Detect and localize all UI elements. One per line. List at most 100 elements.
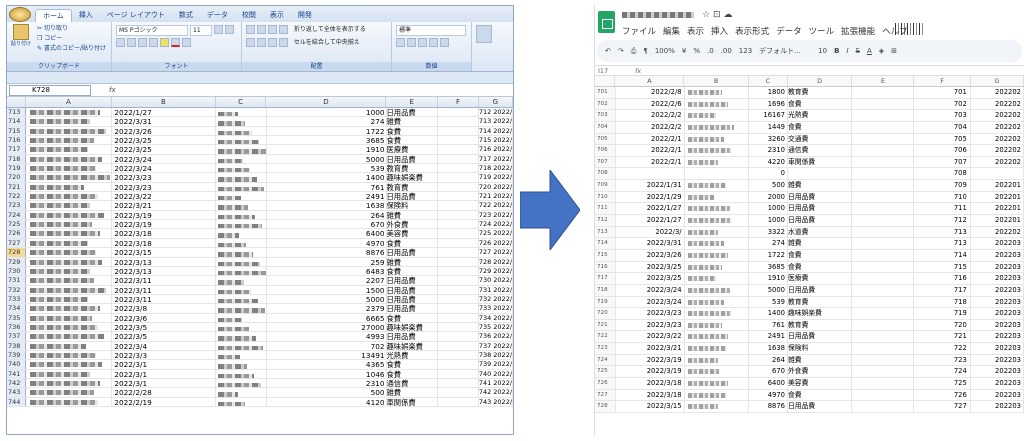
cell-a[interactable] <box>26 201 113 210</box>
cell-e[interactable] <box>852 226 915 238</box>
cell-g[interactable]: 743 2022/ <box>479 397 513 406</box>
tab-page-layout[interactable]: ページ レイアウト <box>100 9 172 22</box>
cell-e[interactable] <box>852 156 915 168</box>
cell-a[interactable]: 2022/3/24 <box>616 296 685 308</box>
cell-b[interactable] <box>685 121 749 133</box>
cell-d[interactable]: 4970 <box>267 238 387 248</box>
cell-g[interactable]: 202202 <box>971 98 1024 110</box>
cell-f[interactable] <box>438 378 479 388</box>
cell-e[interactable] <box>852 110 915 121</box>
cell-f[interactable]: 723 <box>914 354 971 366</box>
cell-b[interactable] <box>685 261 749 273</box>
cell-d[interactable]: 外食費 <box>788 366 853 378</box>
row-number[interactable]: 726 <box>7 229 26 238</box>
cell-e[interactable] <box>852 121 915 133</box>
cell-g[interactable]: 714 2022/ <box>479 126 513 136</box>
row-number[interactable]: 724 <box>595 354 616 366</box>
cell-a[interactable]: 2022/3/31 <box>616 238 685 249</box>
cell-a[interactable]: 2022/3/23 <box>616 319 685 331</box>
cell-f[interactable] <box>438 117 479 126</box>
cell-b[interactable] <box>685 308 749 319</box>
cell-a[interactable] <box>26 126 113 136</box>
conditional-format-icon[interactable] <box>476 25 492 43</box>
cell-g[interactable]: 202203 <box>971 238 1024 249</box>
row-number[interactable]: 726 <box>595 378 616 389</box>
select-all-corner[interactable] <box>7 97 26 107</box>
cell-g[interactable]: 728 2022/ <box>479 257 513 266</box>
cell-b[interactable]: 2022/3/6 <box>112 313 216 322</box>
cell-f[interactable]: 709 <box>914 180 971 191</box>
row-number[interactable]: 709 <box>595 180 616 191</box>
cell-c[interactable] <box>216 173 267 182</box>
cloud-icon[interactable]: ☁ <box>723 10 732 20</box>
row-number[interactable]: 706 <box>595 145 616 156</box>
cell-f[interactable] <box>438 360 479 369</box>
cell-g[interactable]: 202203 <box>971 389 1024 401</box>
cell-c[interactable]: 1800 <box>749 87 788 98</box>
cell-f[interactable]: 706 <box>914 145 971 156</box>
cell-b[interactable]: 2022/3/15 <box>112 248 216 257</box>
cell-f[interactable]: 705 <box>914 133 971 145</box>
cell-f[interactable] <box>438 182 479 192</box>
font-name-select[interactable]: MS Pゴシック <box>116 25 188 36</box>
cell-f[interactable]: 716 <box>914 273 971 284</box>
sheets-name-box[interactable]: I17 <box>595 67 635 75</box>
cell-f[interactable]: 718 <box>914 296 971 308</box>
cell-f[interactable]: 727 <box>914 401 971 412</box>
cell-g[interactable]: 719 2022/ <box>479 173 513 182</box>
cell-e[interactable] <box>852 238 915 249</box>
cell-d[interactable]: 27000 <box>267 322 387 332</box>
cell-b[interactable]: 2022/3/3 <box>112 350 216 360</box>
cell-d[interactable]: 13491 <box>267 350 387 360</box>
cell-g[interactable]: 202201 <box>971 180 1024 191</box>
cell-c[interactable] <box>216 136 267 145</box>
cell-f[interactable]: 702 <box>914 98 971 110</box>
row-number[interactable]: 720 <box>595 308 616 319</box>
cell-f[interactable] <box>438 294 479 304</box>
row-number[interactable]: 720 <box>7 173 26 182</box>
cell-c[interactable]: 1722 <box>749 249 788 261</box>
cell-g[interactable]: 202203 <box>971 331 1024 343</box>
cell-b[interactable] <box>685 215 749 226</box>
cell-e[interactable] <box>852 98 915 110</box>
cell-g[interactable]: 740 2022/ <box>479 369 513 378</box>
cell-d[interactable]: 2491 <box>267 192 387 201</box>
cell-f[interactable] <box>438 332 479 341</box>
cell-b[interactable]: 2022/3/1 <box>112 360 216 369</box>
menu-item[interactable]: 表示形式 <box>735 25 769 37</box>
cell-a[interactable] <box>26 322 113 332</box>
cell-a[interactable]: 2022/3/25 <box>616 273 685 284</box>
align-left-icon[interactable] <box>246 38 255 47</box>
cell-c[interactable]: 0 <box>749 168 788 180</box>
cell-b[interactable] <box>685 168 749 180</box>
cell-f[interactable] <box>438 192 479 201</box>
cell-c[interactable]: 1000 <box>749 215 788 226</box>
cell-e[interactable]: 日用品費 <box>387 248 439 257</box>
cell-g[interactable]: 202202 <box>971 133 1024 145</box>
cell-g[interactable]: 737 2022/ <box>479 341 513 350</box>
cell-c[interactable] <box>216 266 267 276</box>
row-number[interactable]: 741 <box>7 369 26 378</box>
cell-f[interactable] <box>438 201 479 210</box>
cell-g[interactable]: 202201 <box>971 191 1024 203</box>
cell-f[interactable]: 710 <box>914 191 971 203</box>
decrease-decimal-button[interactable]: .0 <box>707 47 714 55</box>
cell-d[interactable]: 光熱費 <box>788 110 853 121</box>
tab-view[interactable]: 表示 <box>263 9 291 22</box>
align-middle-icon[interactable] <box>257 25 266 34</box>
cell-f[interactable] <box>438 285 479 294</box>
cell-e[interactable]: 食費 <box>387 369 439 378</box>
cell-a[interactable] <box>26 266 113 276</box>
font-color-icon[interactable] <box>171 38 180 47</box>
paint-format-icon[interactable]: ¶ <box>643 47 647 55</box>
cell-d[interactable]: 1500 <box>267 285 387 294</box>
cell-d[interactable]: 教育費 <box>788 296 853 308</box>
cell-a[interactable] <box>26 257 113 266</box>
cell-a[interactable]: 2022/2/2 <box>616 121 685 133</box>
cell-c[interactable] <box>216 350 267 360</box>
cell-d[interactable]: 日用品費 <box>788 203 853 215</box>
cell-c[interactable] <box>216 229 267 238</box>
cell-d[interactable]: 761 <box>267 182 387 192</box>
row-number[interactable]: 735 <box>7 313 26 322</box>
cell-g[interactable]: 713 2022/ <box>479 117 513 126</box>
